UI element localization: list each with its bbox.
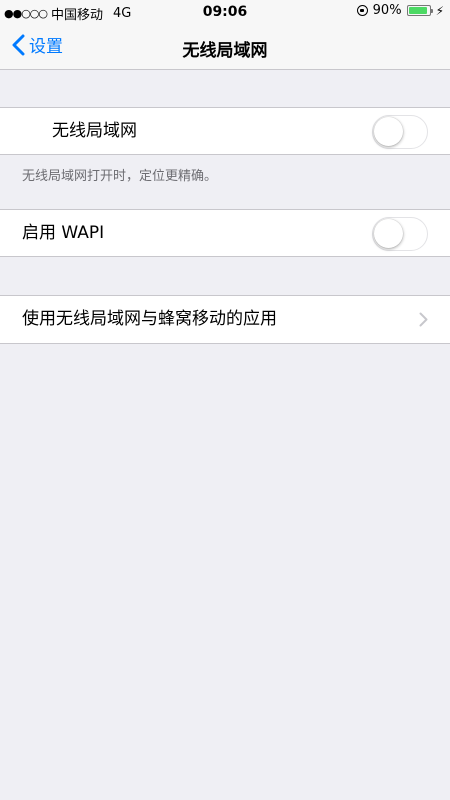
battery-percent: 90% [372,3,402,18]
navigation-bar: 设置 无线局域网 [0,24,450,70]
cellular-apps-label: 使用无线局域网与蜂窝移动的应用 [22,309,277,329]
status-bar: ●●○○○ 中国移动 4G 09:06 90% ⚡ [0,0,450,24]
wapi-label: 启用 WAPI [22,223,105,243]
cellular-apps-row[interactable]: 使用无线局域网与蜂窝移动的应用 [0,295,450,344]
status-right: 90% ⚡ [356,3,444,18]
page-title: 无线局域网 [182,41,268,61]
battery-icon [406,5,433,16]
charging-bolt-icon: ⚡ [435,3,444,18]
wlan-footer-note: 无线局域网打开时，定位更精确。 [22,169,218,184]
toggle-knob [374,117,403,146]
chevron-right-icon [419,312,428,331]
wlan-toggle[interactable] [372,115,428,149]
battery-fill [408,7,427,14]
toggle-knob [374,219,403,248]
wapi-toggle[interactable] [372,217,428,251]
wlan-cell: 无线局域网 [0,107,450,155]
wlan-label: 无线局域网 [52,121,137,141]
orientation-lock-icon [356,5,368,16]
wapi-cell: 启用 WAPI [0,209,450,257]
